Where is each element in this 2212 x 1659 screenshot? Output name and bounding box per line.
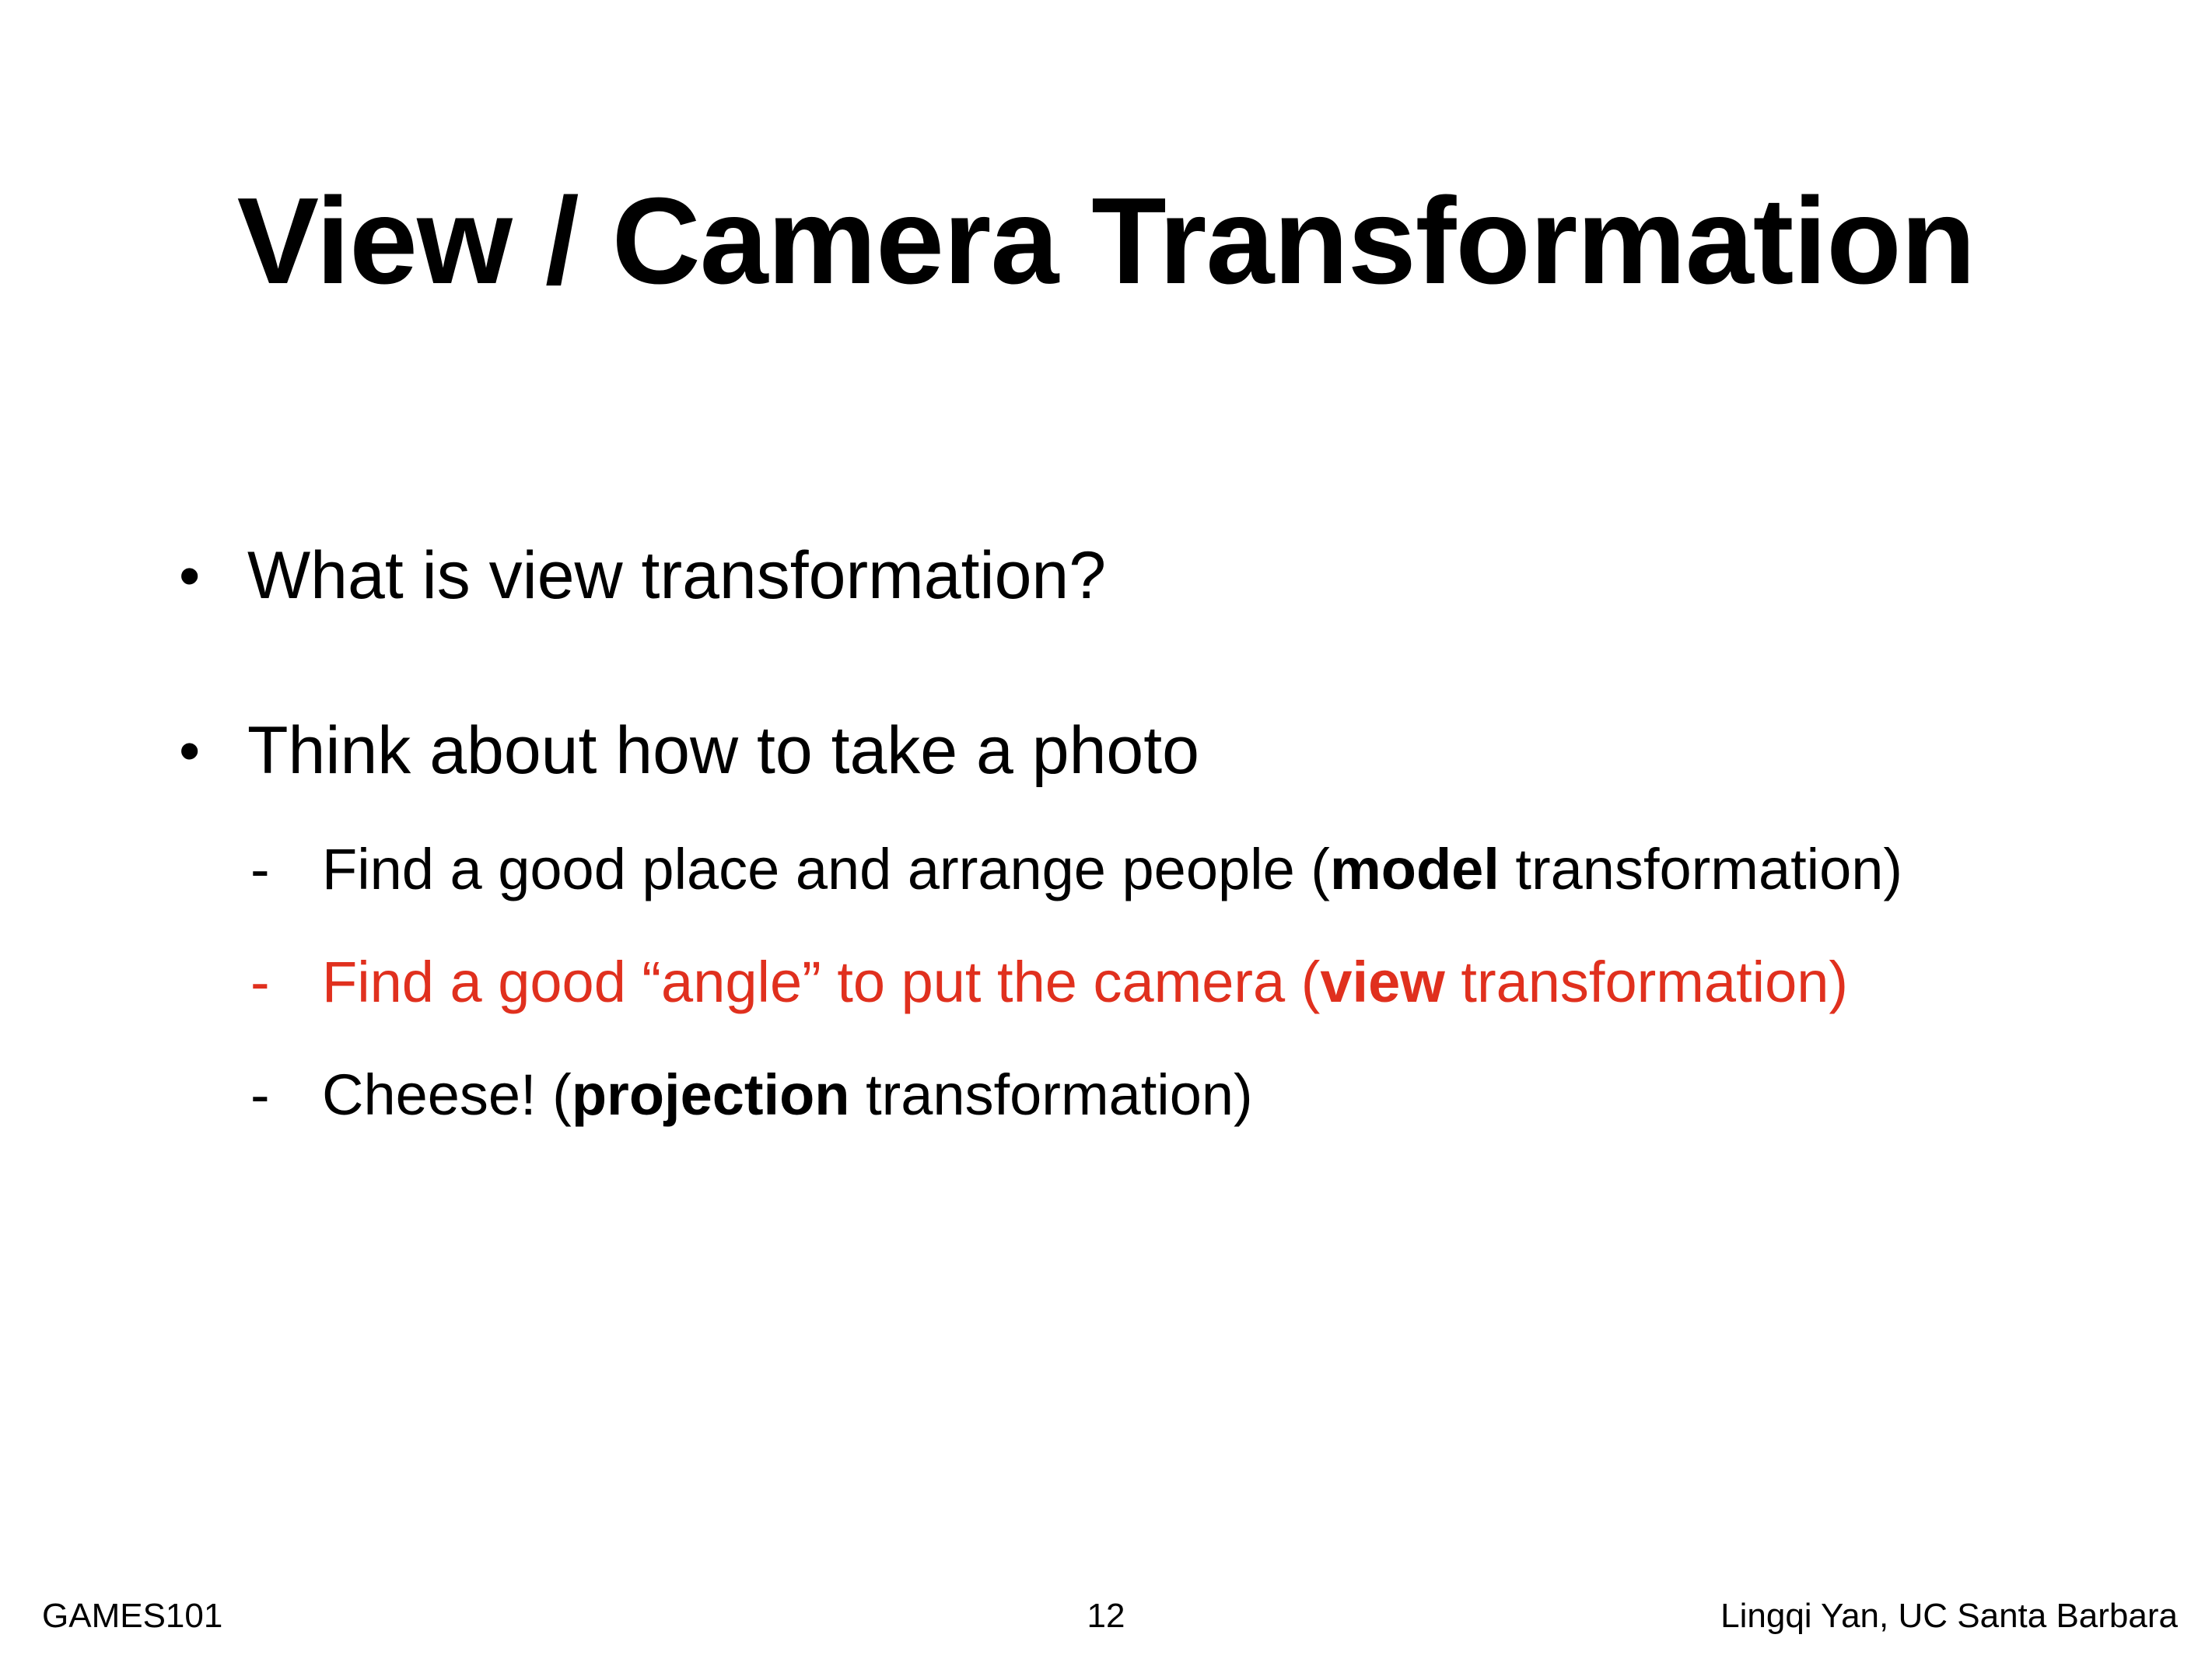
bullet-text: Think about how to take a photo xyxy=(247,713,1199,788)
bullet-text: What is view transformation? xyxy=(247,538,1107,613)
bullet-marker: • xyxy=(179,541,201,610)
slide: View / Camera Transformation • What is v… xyxy=(0,0,2212,1659)
sub-item-text: Cheese! (projection transformation) xyxy=(322,1060,1253,1130)
bullet-marker: • xyxy=(179,716,201,785)
sub-item-text-after: transformation) xyxy=(849,1062,1253,1127)
sub-item-marker: - xyxy=(250,837,270,901)
sub-item-bold-term: view xyxy=(1320,950,1445,1014)
sub-item-marker: - xyxy=(250,950,270,1014)
sub-item-text: Find a good place and arrange people (mo… xyxy=(322,835,1902,905)
footer-author: Lingqi Yan, UC Santa Barbara xyxy=(1720,1597,2178,1635)
sub-item-bold-term: model xyxy=(1329,837,1500,901)
sub-item-text-before: Find a good place and arrange people ( xyxy=(322,837,1330,901)
sub-item-text: Find a good “angle” to put the camera (v… xyxy=(322,947,1848,1017)
sub-item-text-after: transformation) xyxy=(1444,950,1849,1014)
sub-item-text-after: transformation) xyxy=(1499,837,1903,901)
sub-item-marker: - xyxy=(250,1062,270,1127)
sub-item-text-before: Cheese! ( xyxy=(322,1062,572,1127)
sub-item-bold-term: projection xyxy=(571,1062,850,1127)
sub-item-text-before: Find a good “angle” to put the camera ( xyxy=(322,950,1321,1014)
slide-title: View / Camera Transformation xyxy=(236,173,1976,310)
